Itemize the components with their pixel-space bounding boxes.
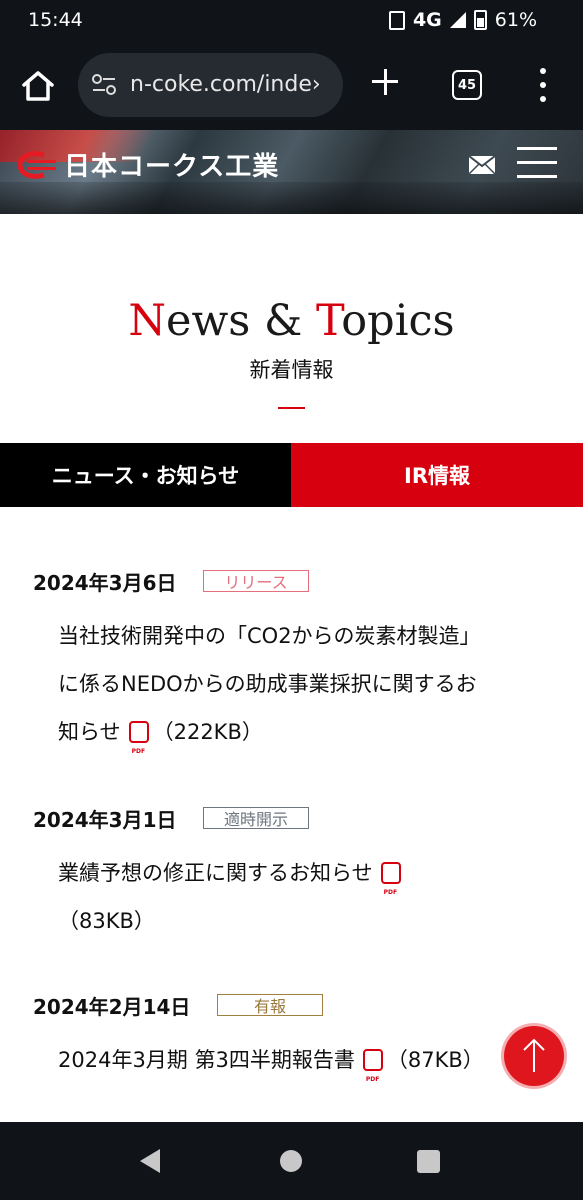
system-nav-bar (0, 1122, 583, 1200)
logo-text: 日本コークス工業 (64, 152, 280, 182)
back-icon[interactable] (140, 1149, 160, 1173)
browser-toolbar: n-coke.com/inde› 45 (0, 40, 583, 130)
tab-news[interactable]: ニュース・お知らせ (0, 443, 291, 507)
status-bar: 15:44 4G 61% (0, 0, 583, 40)
plus-icon[interactable] (370, 67, 400, 97)
network-type: 4G (412, 9, 442, 31)
url-text: n-coke.com/inde› (130, 72, 321, 97)
tune-icon[interactable] (91, 74, 117, 96)
home-nav-icon[interactable] (280, 1150, 302, 1172)
tab-ir[interactable]: IR情報 (291, 443, 583, 507)
pdf-icon (362, 1049, 383, 1104)
category-badge: リリース (203, 570, 309, 592)
news-link[interactable]: 2024年3月期 第3四半期報告書（87KB） (58, 1036, 484, 1104)
news-date: 2024年3月1日 (33, 808, 177, 832)
category-badge: 適時開示 (203, 807, 309, 829)
logo-mark-icon (17, 150, 56, 179)
nfc-icon (388, 10, 405, 30)
mail-icon[interactable] (468, 155, 496, 175)
news-link[interactable]: 当社技術開発中の「CO2からの炭素材製造」 に係るNEDOからの助成事業採択に関… (58, 612, 481, 776)
section-title: News & Topics (128, 296, 455, 346)
section-subtitle: 新着情報 (249, 358, 334, 382)
file-size: （83KB） (58, 909, 155, 933)
hamburger-icon[interactable] (517, 147, 557, 179)
status-time: 15:44 (28, 9, 83, 31)
back-to-top-button[interactable] (504, 1026, 564, 1086)
pdf-icon (128, 721, 149, 776)
tab-count: 45 (457, 77, 477, 93)
address-bar[interactable]: n-coke.com/inde› (78, 53, 343, 117)
title-divider (278, 407, 305, 409)
news-date: 2024年2月14日 (33, 995, 191, 1019)
battery-level: 61% (494, 9, 537, 31)
file-size: （87KB） (386, 1048, 484, 1072)
status-icons: 4G 61% (388, 9, 537, 31)
arrow-up-icon (523, 1038, 545, 1072)
site-logo[interactable]: 日本コークス工業 (16, 146, 279, 183)
pdf-icon (380, 862, 401, 917)
category-badge: 有報 (217, 994, 323, 1016)
news-date: 2024年3月6日 (33, 571, 177, 595)
news-link[interactable]: 業績予想の修正に関するお知らせ （83KB） (58, 849, 405, 945)
recents-icon[interactable] (417, 1150, 440, 1173)
signal-icon (449, 12, 466, 28)
home-icon[interactable] (20, 68, 56, 104)
tabs-icon[interactable]: 45 (452, 70, 482, 100)
more-vert-icon[interactable] (536, 68, 550, 102)
battery-icon (473, 10, 487, 30)
file-size: （222KB） (152, 720, 263, 744)
